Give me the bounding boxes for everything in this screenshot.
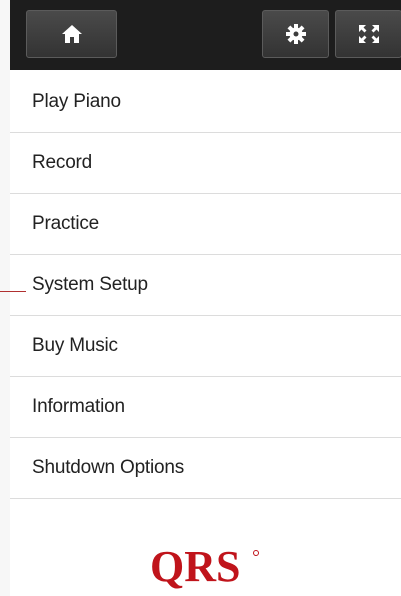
gear-icon [285, 24, 306, 44]
menu-item-label: Buy Music [32, 335, 118, 356]
menu-item-label: Play Piano [32, 91, 121, 112]
menu-item-practice[interactable]: Practice [10, 194, 401, 255]
menu-item-label: System Setup [32, 274, 148, 295]
app-window: Play Piano Record Practice System Setup … [0, 0, 401, 596]
qrs-logo: QRS [150, 542, 241, 591]
menu-item-shutdown-options[interactable]: Shutdown Options [10, 438, 401, 499]
main-menu: Play Piano Record Practice System Setup … [10, 72, 401, 499]
selection-marker-line [0, 291, 26, 292]
menu-item-label: Record [32, 152, 93, 173]
fullscreen-button[interactable] [335, 10, 401, 58]
top-toolbar [10, 0, 401, 70]
home-button[interactable] [26, 10, 117, 58]
menu-item-play-piano[interactable]: Play Piano [10, 72, 401, 133]
menu-item-buy-music[interactable]: Buy Music [10, 316, 401, 377]
menu-item-label: Information [32, 396, 125, 417]
menu-item-label: Practice [32, 213, 100, 234]
settings-button[interactable] [262, 10, 329, 58]
expand-icon [358, 25, 379, 43]
menu-item-label: Shutdown Options [32, 457, 185, 478]
menu-item-information[interactable]: Information [10, 377, 401, 438]
registered-mark [253, 550, 259, 556]
menu-item-record[interactable]: Record [10, 133, 401, 194]
menu-item-system-setup[interactable]: System Setup [10, 255, 401, 316]
home-icon [61, 25, 82, 43]
